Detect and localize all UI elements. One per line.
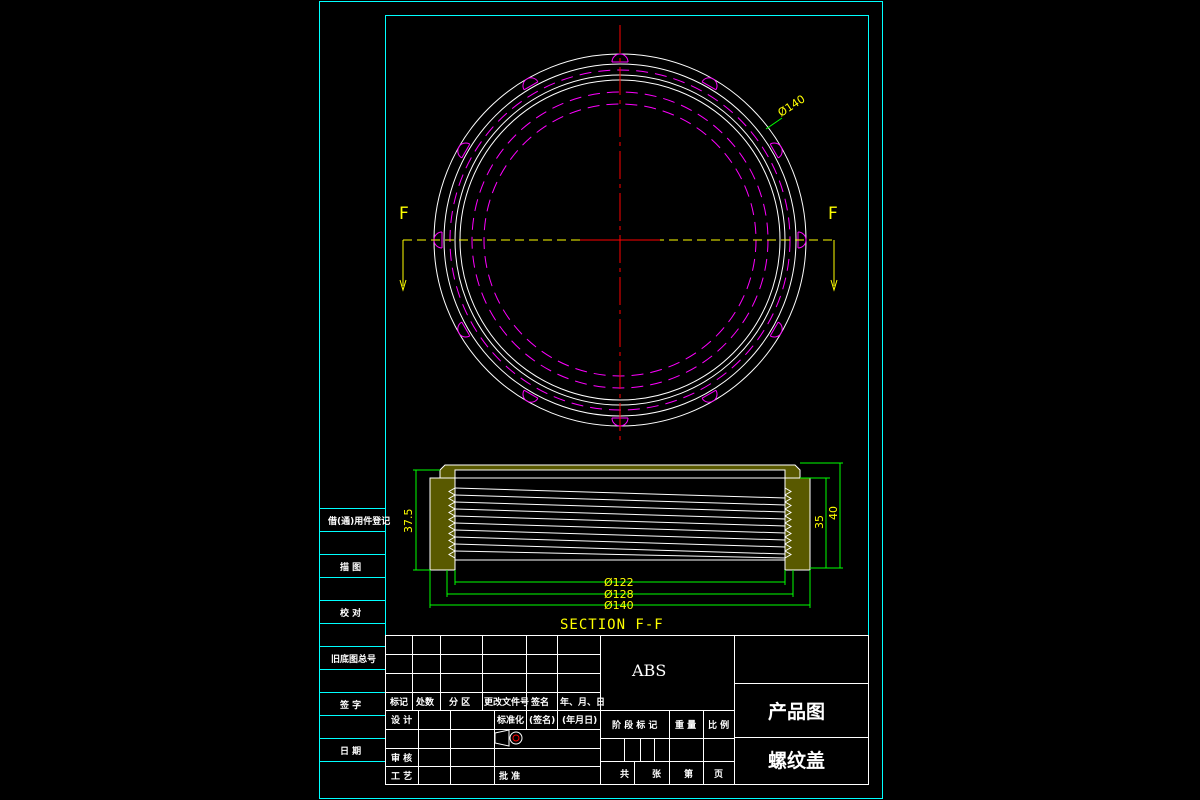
rev-header-signature: 签名 bbox=[530, 696, 549, 708]
grip-rib-mark bbox=[769, 321, 783, 338]
side-column bbox=[319, 508, 385, 762]
rev-header-count: 处数 bbox=[415, 696, 435, 708]
section-label-left: F bbox=[399, 204, 409, 224]
side-item-date: 日 期 bbox=[340, 745, 361, 757]
grip-rib-mark bbox=[701, 389, 718, 403]
standardization-label: 标准化 bbox=[496, 714, 524, 726]
side-item-tracing: 描 图 bbox=[340, 561, 361, 573]
dim-left-height: 37.5 bbox=[402, 509, 415, 534]
rev-header-mark: 标记 bbox=[389, 696, 408, 708]
side-item-old-drawing-no: 旧底图总号 bbox=[331, 653, 376, 665]
part-name-label: 螺纹盖 bbox=[768, 749, 825, 772]
cad-drawing-sheet: F F Ø140 Ø122 Ø128 Ø140 37.5 35 40 SECTI… bbox=[319, 1, 883, 799]
review-label: 审 核 bbox=[391, 752, 412, 764]
rev-header-zone: 分 区 bbox=[449, 696, 470, 708]
sheet-current-label: 第 bbox=[684, 768, 693, 780]
design-label: 设 计 bbox=[391, 714, 412, 726]
section-title: SECTION F-F bbox=[560, 617, 664, 633]
material-value: ABS bbox=[631, 661, 666, 680]
sheet-current-unit: 页 bbox=[714, 769, 723, 780]
grip-rib-mark bbox=[522, 389, 539, 403]
dim-outer-diameter: Ø140 bbox=[604, 599, 634, 612]
grip-rib-mark bbox=[457, 142, 471, 159]
section-arrow-right bbox=[830, 240, 838, 292]
projection-symbol-icon bbox=[494, 729, 523, 747]
side-item-signature: 签 字 bbox=[339, 699, 361, 711]
rev-header-date: 年、月、日 bbox=[560, 696, 605, 708]
dim-right-inner-height: 35 bbox=[813, 515, 826, 529]
grip-rib-mark bbox=[457, 321, 471, 338]
weight-header: 重 量 bbox=[675, 719, 696, 731]
sheet-total-unit: 张 bbox=[652, 768, 662, 780]
top-diameter-dim: Ø140 bbox=[776, 92, 808, 119]
section-label-right: F bbox=[828, 204, 838, 224]
design-signature-placeholder: (签名) bbox=[529, 714, 555, 726]
sheet-total-label: 共 bbox=[620, 768, 629, 780]
rev-header-change-doc: 更改文件号 bbox=[484, 696, 529, 708]
grip-rib-mark bbox=[522, 77, 539, 91]
approve-label: 批 准 bbox=[499, 770, 520, 782]
section-view: Ø122 Ø128 Ø140 37.5 35 40 SECTION F-F bbox=[402, 462, 843, 633]
design-date-placeholder: (年月日) bbox=[562, 714, 597, 726]
dim-right-outer-height: 40 bbox=[827, 506, 840, 520]
top-view: F F Ø140 bbox=[399, 25, 838, 445]
section-arrow-left bbox=[399, 240, 407, 292]
drawing-type-label: 产品图 bbox=[768, 700, 825, 723]
side-item-proofread: 校 对 bbox=[340, 607, 361, 619]
cap-top-hatch bbox=[439, 464, 801, 479]
grip-rib-mark bbox=[769, 142, 783, 159]
diameter-leader bbox=[765, 117, 783, 130]
scale-header: 比 例 bbox=[708, 719, 729, 731]
stage-mark-header: 阶 段 标 记 bbox=[612, 719, 657, 731]
cap-cavity bbox=[454, 477, 786, 561]
process-label: 工 艺 bbox=[391, 770, 412, 782]
grip-rib-mark bbox=[701, 77, 718, 91]
side-item-registration: 借(通)用件登记 bbox=[327, 515, 390, 527]
